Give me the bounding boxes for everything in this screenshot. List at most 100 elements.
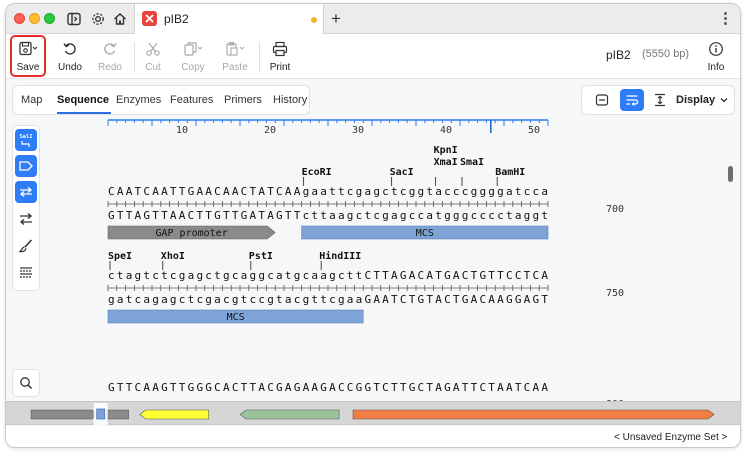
enzyme-cut-tool[interactable]: SalI: [15, 129, 37, 151]
view-options: Display: [581, 85, 735, 115]
top-strand-sequence: CAATCAATTGAACAACTATCAAgaattcgagctcggtacc…: [108, 185, 548, 198]
enzyme-label: XhoI: [161, 251, 185, 262]
orf-tool[interactable]: [15, 208, 37, 230]
tab-enzymes[interactable]: Enzymes: [116, 94, 161, 106]
sidebar-toggle-icon[interactable]: [64, 9, 84, 29]
info-icon: [706, 40, 726, 58]
overview-feature[interactable]: [239, 409, 340, 420]
home-icon[interactable]: [110, 9, 130, 29]
close-window-button[interactable]: [14, 13, 25, 24]
print-label: Print: [269, 62, 291, 73]
ruler-label: 40: [440, 125, 452, 136]
vertical-scrollbar-thumb[interactable]: [728, 166, 733, 182]
tab-history[interactable]: History: [273, 94, 307, 106]
enzyme-label: XmaI: [434, 157, 458, 168]
translation-tool[interactable]: [15, 262, 37, 284]
tab-sequence[interactable]: Sequence: [57, 94, 109, 106]
toolbar: Save Undo Redo Cut Copy Paste Print pIB2…: [6, 34, 740, 79]
overview-feature[interactable]: [105, 409, 129, 420]
undo-button[interactable]: Undo: [50, 37, 90, 77]
enzyme-label: BamHI: [495, 167, 525, 178]
overview-viewport-marker[interactable]: [96, 408, 106, 420]
enzyme-label: HindIII: [319, 250, 361, 262]
more-menu-button[interactable]: ⋮: [718, 9, 733, 29]
enzyme-site-icon: SalI: [19, 134, 33, 147]
app-window: pIB2 + ⋮ Save Undo Redo Cut Copy Paste P…: [5, 3, 741, 448]
minimize-window-button[interactable]: [29, 13, 40, 24]
ruler-label: 20: [264, 125, 276, 136]
feature-tool[interactable]: [15, 155, 37, 177]
sequence-canvas[interactable]: 10 20 30 40 50 EcoRI SacI KpnIXmaI SmaI BamHI CAAT…: [50, 119, 730, 404]
tab-title: pIB2: [164, 12, 189, 26]
status-bar: < Unsaved Enzyme Set >: [6, 426, 740, 447]
gear-icon[interactable]: [88, 9, 108, 29]
title-bar: pIB2 + ⋮: [6, 4, 740, 34]
app-logo-icon: [142, 11, 157, 26]
enzyme-badge-text: SalI: [19, 134, 32, 140]
sequence-view: Map Sequence Enzymes Features Primers Hi…: [6, 79, 741, 447]
document-length: (5550 bp): [642, 48, 690, 60]
chevron-down-icon[interactable]: [719, 95, 729, 105]
top-strand-sequence: GTTCAAGTTGGGCACTTACGAGAAGACCGGTCTTGCTAGA…: [108, 381, 548, 394]
ruler-label: 50: [528, 125, 540, 136]
translate-lines-icon: [20, 267, 32, 278]
paste-label: Paste: [222, 62, 248, 73]
color-tool[interactable]: [15, 235, 37, 257]
paste-icon: [225, 40, 245, 58]
tab-map[interactable]: Map: [21, 94, 42, 106]
paste-button[interactable]: Paste: [215, 37, 255, 77]
search-icon: [20, 377, 33, 390]
cut-button[interactable]: Cut: [133, 37, 173, 77]
overview-feature[interactable]: [352, 409, 715, 420]
overview-feature[interactable]: [30, 409, 99, 420]
display-menu-label[interactable]: Display: [676, 94, 715, 106]
tab-features[interactable]: Features: [170, 94, 213, 106]
print-button[interactable]: Print: [260, 37, 300, 77]
save-highlight: [10, 35, 46, 77]
feature-label: MCS: [227, 312, 245, 323]
document-tab[interactable]: pIB2: [134, 4, 324, 34]
sequence-position: 700: [606, 204, 624, 215]
redo-label: Redo: [98, 62, 122, 73]
unsaved-indicator: [311, 17, 317, 23]
enzyme-label: SacI: [390, 167, 414, 178]
redo-icon: [100, 40, 120, 58]
overview-feature[interactable]: [139, 409, 210, 420]
redo-button[interactable]: Redo: [90, 37, 130, 77]
info-label: Info: [707, 62, 725, 73]
copy-icon: [183, 40, 203, 58]
wrap-sequence-button[interactable]: [620, 89, 644, 111]
copy-button[interactable]: Copy: [173, 37, 213, 77]
ruler-label: 10: [176, 125, 188, 136]
fit-width-icon: [595, 94, 609, 106]
feature-label: MCS: [416, 228, 434, 239]
feature-label: GAP promoter: [155, 228, 227, 239]
paintbrush-icon: [18, 239, 33, 253]
enzyme-label: KpnI: [434, 145, 458, 156]
zoom-window-button[interactable]: [44, 13, 55, 24]
vertical-spacing-icon: [655, 93, 665, 107]
undo-icon: [60, 40, 80, 58]
zoom-button[interactable]: [12, 369, 40, 397]
top-strand-sequence: ctagtctcgagctgcaggcatgcaagcttCTTAGACATGA…: [108, 269, 548, 282]
view-tabs: Map Sequence Enzymes Features Primers Hi…: [12, 85, 310, 115]
bottom-strand-sequence: GTTAGTTAACTTGTTGATAGTTcttaagctcgagccatgg…: [108, 209, 548, 222]
primer-arrows-icon: [19, 187, 33, 197]
row-height-button[interactable]: [648, 89, 672, 111]
copy-label: Copy: [181, 62, 205, 73]
enzyme-label: SmaI: [460, 157, 484, 168]
overview-map[interactable]: [6, 401, 741, 426]
enzyme-set-selector[interactable]: < Unsaved Enzyme Set >: [614, 432, 727, 443]
enzyme-label: PstI: [249, 251, 273, 262]
tab-primers[interactable]: Primers: [224, 94, 262, 106]
active-tab-indicator: [57, 112, 111, 114]
primer-tool[interactable]: [15, 181, 37, 203]
swap-arrows-icon: [19, 213, 33, 225]
info-button[interactable]: Info: [696, 37, 736, 77]
sequence-panel[interactable]: 10 20 30 40 50 EcoRI SacI KpnI XmaI SmaI BamHI CAAT…: [50, 119, 730, 404]
cut-label: Cut: [145, 62, 161, 73]
new-tab-button[interactable]: +: [326, 9, 346, 29]
overview-canvas[interactable]: [6, 402, 741, 426]
fit-view-button[interactable]: [590, 89, 614, 111]
bottom-strand-sequence: gatcagagctcgacgtccgtacgttcgaaGAATCTGTACT…: [108, 293, 548, 306]
